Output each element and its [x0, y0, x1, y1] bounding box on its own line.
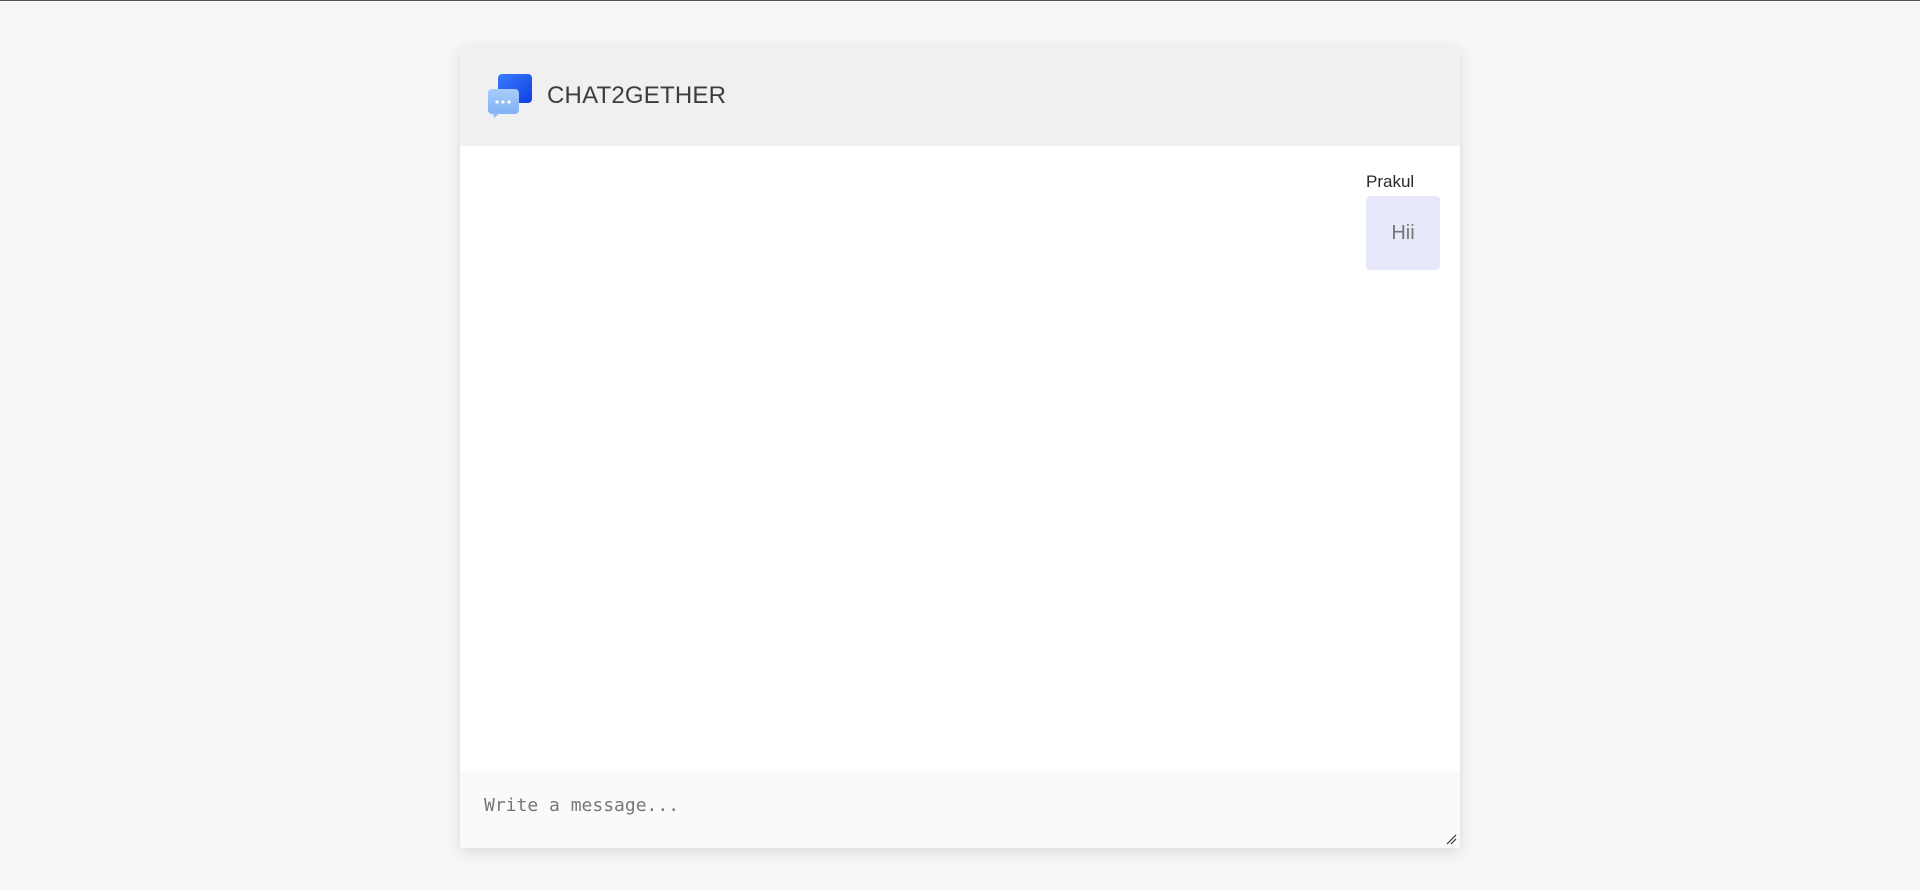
chat-bubbles-icon	[488, 74, 532, 118]
message-bubble: Hii	[1366, 196, 1440, 270]
message-sender: Prakul	[1366, 172, 1415, 191]
chat-window: CHAT2GETHER Prakul Hii	[460, 46, 1460, 848]
top-border	[0, 0, 1920, 1]
message-composer	[460, 771, 1460, 848]
resize-handle-icon[interactable]	[1446, 834, 1457, 845]
message-input[interactable]	[460, 771, 1460, 848]
chat-header: CHAT2GETHER	[460, 46, 1460, 146]
message-list: Prakul Hii	[460, 146, 1460, 771]
app-title: CHAT2GETHER	[547, 82, 727, 109]
message-item: Prakul Hii	[1366, 172, 1440, 270]
